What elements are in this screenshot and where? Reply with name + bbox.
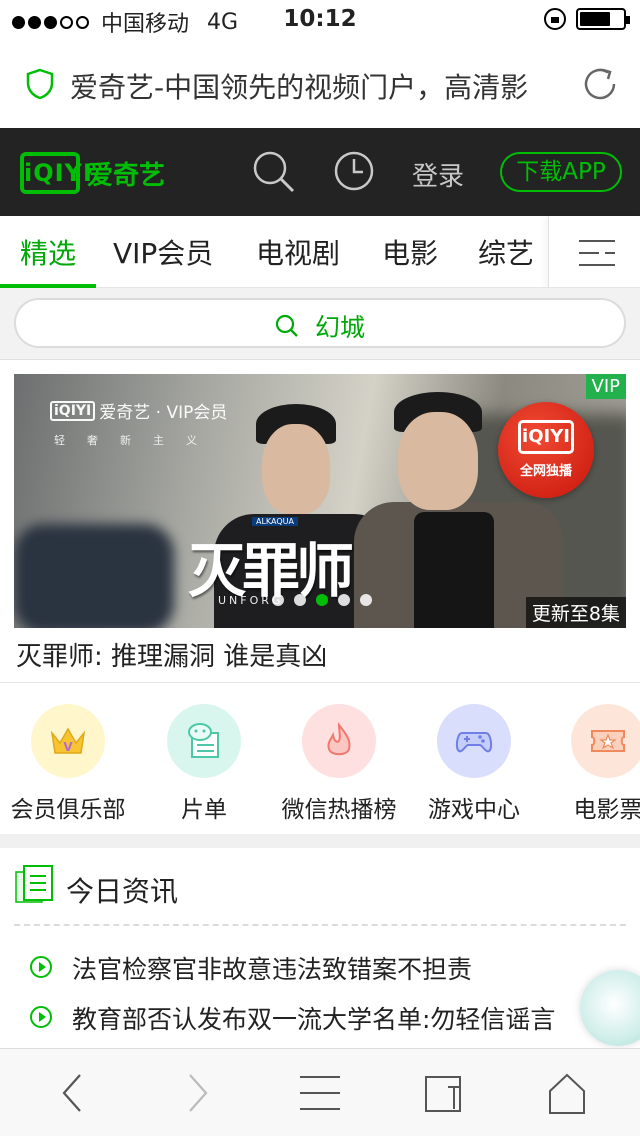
crown-icon: V: [31, 704, 105, 778]
exclusive-seal: iQIYI 全网独播: [498, 402, 594, 498]
more-tabs-button[interactable]: [548, 216, 640, 288]
dashed-divider: [14, 924, 626, 926]
banner-caption[interactable]: 灭罪师: 推理漏洞 谁是真凶: [16, 636, 327, 673]
floating-assistive-button[interactable]: [580, 970, 640, 1046]
battery-icon: [576, 8, 630, 30]
logo-mark: iQIYI: [20, 152, 92, 194]
clock-icon[interactable]: [333, 150, 375, 192]
banner-brand-sub: 轻奢新主义: [54, 434, 219, 447]
forward-icon[interactable]: [184, 1073, 210, 1113]
flame-icon: [302, 704, 376, 778]
shortcut-row: V 会员俱乐部 片单 微信热播榜 游戏中心 电影票: [0, 684, 640, 834]
shortcut-wechat-hot[interactable]: 微信热播榜: [269, 704, 409, 824]
update-info: 更新至8集: [525, 597, 626, 628]
search-area: 幻城: [0, 288, 640, 360]
login-link[interactable]: 登录: [412, 156, 464, 193]
ticket-icon: [571, 704, 640, 778]
category-tabs: 精选 VIP会员 电视剧 电影 综艺: [0, 216, 640, 288]
divider: [0, 682, 640, 683]
tabs-icon[interactable]: [424, 1073, 464, 1113]
reload-icon[interactable]: [580, 64, 620, 104]
featured-banner[interactable]: iQIYI 爱奇艺 · VIP会员 轻奢新主义 ALKAQUA 灭罪师 UNFO…: [14, 374, 626, 628]
tab-movies[interactable]: 电影: [382, 232, 438, 272]
search-icon[interactable]: [252, 150, 296, 194]
tab-variety[interactable]: 综艺: [478, 232, 534, 272]
search-input[interactable]: 幻城: [14, 298, 626, 348]
status-bar: 中国移动 4G 10:12: [0, 0, 640, 40]
svg-text:V: V: [63, 740, 73, 754]
download-app-button[interactable]: 下载APP: [500, 152, 622, 192]
search-icon: [275, 314, 298, 337]
section-separator: [0, 834, 640, 848]
news-heading: 今日资讯: [66, 875, 179, 908]
play-icon: [30, 1006, 52, 1028]
tab-featured[interactable]: 精选: [20, 232, 76, 272]
menu-icon[interactable]: [300, 1073, 340, 1113]
banner-brand: iQIYI 爱奇艺 · VIP会员: [50, 398, 227, 423]
news-section-header: 今日资讯: [0, 848, 640, 928]
site-header: iQIYI 爱奇艺 登录 下载APP: [0, 128, 640, 216]
news-item[interactable]: 教育部否认发布双一流大学名单:勿轻信谣言: [0, 1000, 640, 1034]
news-document-icon: [15, 865, 53, 903]
home-icon[interactable]: [546, 1073, 588, 1115]
browser-toolbar: [0, 1048, 640, 1136]
logo-text: 爱奇艺: [87, 160, 166, 191]
shield-icon: [26, 68, 54, 100]
list-chat-icon: [167, 704, 241, 778]
gamepad-icon: [437, 704, 511, 778]
rotation-lock-icon: [544, 8, 566, 30]
iqiyi-logo[interactable]: iQIYI 爱奇艺: [20, 152, 165, 194]
page-title[interactable]: 爱奇艺-中国领先的视频门户，高清影: [70, 66, 562, 106]
play-icon: [30, 956, 52, 978]
search-query: 幻城: [314, 313, 365, 342]
tab-tv[interactable]: 电视剧: [256, 232, 340, 272]
vip-badge: VIP: [585, 374, 626, 399]
shortcut-game-center[interactable]: 游戏中心: [404, 704, 544, 824]
shortcut-vip-club[interactable]: V 会员俱乐部: [0, 704, 138, 824]
back-icon[interactable]: [60, 1073, 86, 1113]
news-item[interactable]: 法官检察官非故意违法致错案不担责: [0, 950, 640, 984]
tab-vip[interactable]: VIP会员: [113, 232, 213, 272]
carousel-indicator[interactable]: [272, 594, 372, 606]
menu-icon: [579, 240, 615, 266]
shortcut-playlist[interactable]: 片单: [134, 704, 274, 824]
shortcut-movie-tickets[interactable]: 电影票: [538, 704, 640, 824]
browser-url-bar[interactable]: 爱奇艺-中国领先的视频门户，高清影: [0, 40, 640, 128]
